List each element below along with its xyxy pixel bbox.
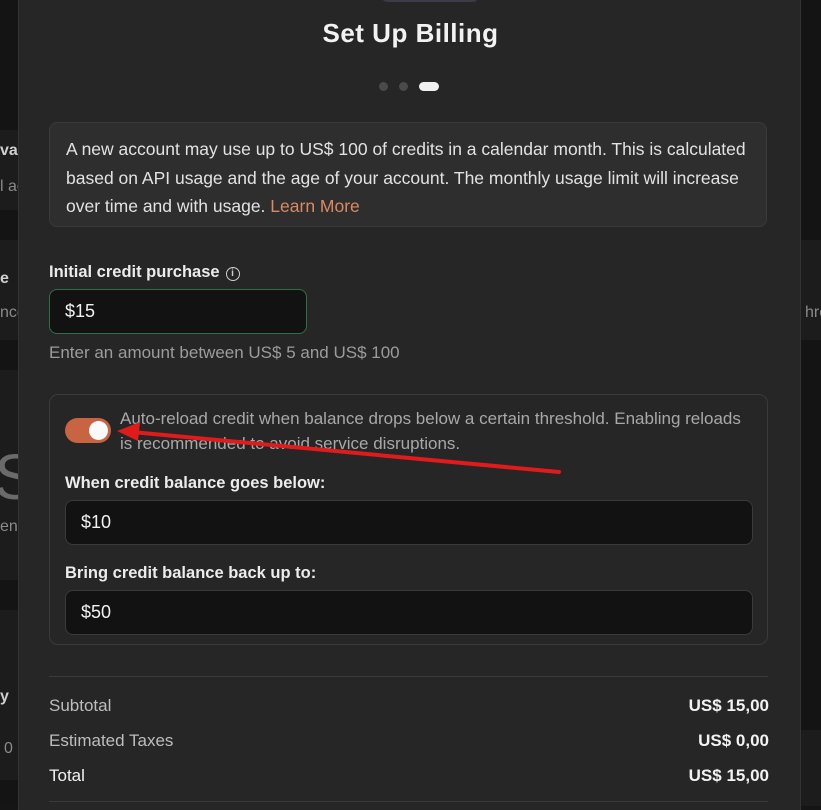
- annotation-arrow-icon: [117, 422, 561, 474]
